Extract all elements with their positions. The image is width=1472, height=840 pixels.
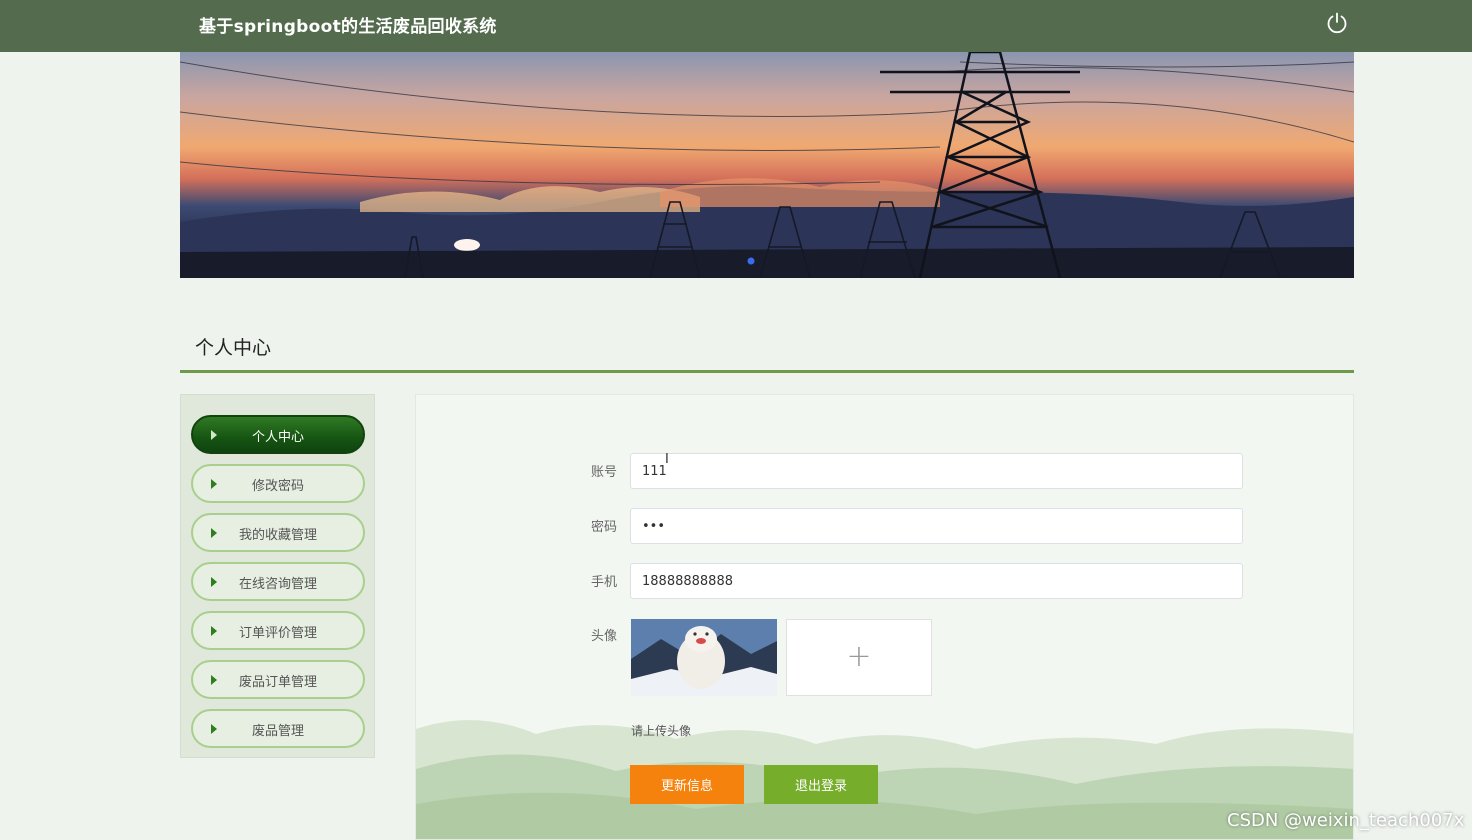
banner-image	[180, 52, 1354, 278]
phone-input[interactable]	[630, 563, 1243, 599]
sidebar-item-change-password[interactable]: 修改密码	[191, 464, 365, 503]
account-input[interactable]	[630, 453, 1243, 489]
text-cursor-icon: I	[665, 452, 669, 467]
avatar[interactable]	[631, 619, 777, 696]
sidebar-item-label: 订单评价管理	[238, 626, 317, 641]
sidebar-item-waste-orders[interactable]: 废品订单管理	[191, 660, 365, 699]
sidebar-item-personal-center[interactable]: 个人中心	[191, 415, 365, 454]
sidebar-menu: 个人中心 修改密码 我的收藏管理 在线咨询管理 订单评价管理 废品订单管理 废品…	[180, 394, 375, 758]
password-input[interactable]	[630, 508, 1243, 544]
sidebar-item-favorites[interactable]: 我的收藏管理	[191, 513, 365, 552]
top-navbar: 基于springboot的生活废品回收系统	[0, 0, 1472, 52]
sidebar-item-label: 在线咨询管理	[238, 577, 317, 592]
phone-label: 手机	[591, 575, 618, 590]
power-icon[interactable]	[1325, 11, 1349, 35]
password-label: 密码	[591, 520, 618, 535]
sidebar-item-label: 个人中心	[251, 430, 304, 445]
account-label: 账号	[591, 465, 618, 480]
sidebar-item-label: 废品管理	[251, 724, 304, 739]
sidebar-item-online-consult[interactable]: 在线咨询管理	[191, 562, 365, 601]
app-title: 基于springboot的生活废品回收系统	[199, 17, 497, 37]
update-info-button[interactable]: 更新信息	[630, 765, 744, 804]
sidebar-item-label: 我的收藏管理	[238, 528, 317, 543]
upload-hint: 请上传头像	[631, 724, 692, 738]
avatar-image	[631, 619, 777, 696]
watermark: CSDN @weixin_teach007x	[1227, 810, 1465, 831]
avatar-label: 头像	[591, 629, 618, 644]
mountain-background	[416, 720, 1353, 839]
plus-icon: +	[846, 639, 872, 674]
sidebar-item-order-reviews[interactable]: 订单评价管理	[191, 611, 365, 650]
section-divider	[180, 370, 1354, 373]
sidebar-item-waste-management[interactable]: 废品管理	[191, 709, 365, 748]
section-title: 个人中心	[195, 337, 272, 359]
sidebar-item-label: 修改密码	[251, 479, 304, 494]
sidebar-item-label: 废品订单管理	[238, 675, 317, 690]
logout-button[interactable]: 退出登录	[764, 765, 878, 804]
upload-avatar-button[interactable]: +	[786, 619, 932, 696]
banner-carousel	[180, 52, 1354, 278]
